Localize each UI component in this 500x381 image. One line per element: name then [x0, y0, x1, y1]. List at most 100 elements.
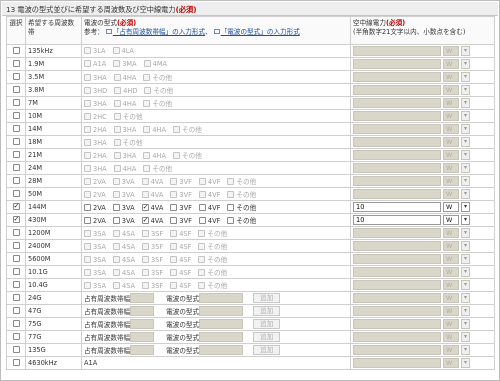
power-input[interactable] — [353, 293, 441, 303]
row-select-checkbox[interactable] — [12, 189, 20, 197]
emission-type-checkbox[interactable] — [112, 203, 120, 211]
emission-option[interactable]: 3SF — [142, 229, 163, 238]
emission-option[interactable]: 4VF — [198, 216, 220, 225]
emission-option[interactable]: その他 — [143, 72, 172, 82]
emission-type-checkbox[interactable] — [84, 86, 91, 94]
emission-type-checkbox[interactable] — [141, 216, 149, 224]
chevron-down-icon[interactable]: ▾ — [461, 358, 470, 368]
emission-option[interactable]: 4SF — [170, 255, 191, 264]
emission-type-checkbox[interactable] — [113, 73, 121, 81]
emission-option[interactable]: 2VA — [84, 203, 106, 212]
emission-option[interactable]: その他 — [198, 267, 227, 277]
emission-type-checkbox[interactable] — [113, 151, 121, 159]
emission-type-checkbox[interactable] — [170, 177, 178, 185]
emission-type-checkbox[interactable] — [84, 216, 91, 224]
occupied-bw-format-link[interactable]: 「占有周波数帯幅」の入力形式 — [113, 28, 205, 36]
emission-option[interactable]: 3VA — [112, 190, 135, 199]
emission-option[interactable]: 3VF — [170, 190, 192, 199]
row-select-checkbox[interactable] — [12, 85, 20, 93]
power-input[interactable] — [353, 345, 441, 355]
emission-option[interactable]: 4SA — [113, 229, 135, 238]
row-select-checkbox[interactable] — [12, 293, 20, 301]
emission-type-checkbox[interactable] — [84, 46, 91, 54]
emission-type-checkbox[interactable] — [113, 281, 121, 289]
emission-type-checkbox[interactable] — [143, 125, 151, 133]
occupied-bw-input[interactable] — [130, 331, 155, 342]
power-unit-select[interactable]: W — [443, 124, 459, 134]
emission-type-format-link[interactable]: 「電波の型式」の入力形式 — [221, 28, 300, 36]
add-button[interactable]: 追加 — [253, 344, 281, 355]
emission-option[interactable]: その他 — [227, 215, 256, 225]
row-select-checkbox[interactable] — [12, 332, 20, 340]
chevron-down-icon[interactable]: ▾ — [461, 215, 470, 225]
chevron-down-icon[interactable]: ▾ — [461, 306, 470, 316]
add-button[interactable]: 追加 — [253, 305, 281, 316]
emission-type-checkbox[interactable] — [170, 268, 178, 276]
emission-option[interactable]: その他 — [144, 85, 173, 95]
emission-option[interactable]: その他 — [227, 202, 256, 212]
power-unit-select[interactable]: W — [443, 202, 459, 212]
emission-option[interactable]: 3HA — [113, 151, 136, 160]
emission-type-checkbox[interactable] — [84, 281, 91, 289]
emission-option[interactable]: その他 — [113, 111, 143, 121]
emission-option[interactable]: 4SA — [113, 242, 135, 251]
row-select-checkbox[interactable] — [12, 241, 20, 249]
emission-type-checkbox[interactable] — [144, 86, 152, 94]
emission-option[interactable]: 3SF — [142, 242, 163, 251]
emission-option[interactable]: 3SA — [84, 281, 106, 290]
emission-type-checkbox[interactable] — [84, 151, 91, 159]
emission-type-checkbox[interactable] — [113, 112, 121, 120]
chevron-down-icon[interactable]: ▾ — [461, 46, 470, 56]
power-unit-select[interactable]: W — [443, 241, 459, 251]
emission-type-checkbox[interactable] — [84, 164, 91, 172]
emission-option[interactable]: 2HA — [84, 125, 107, 134]
emission-type-checkbox[interactable] — [141, 203, 149, 211]
chevron-down-icon[interactable]: ▾ — [461, 319, 470, 329]
chevron-down-icon[interactable]: ▾ — [461, 72, 470, 82]
power-unit-select[interactable]: W — [443, 306, 459, 316]
emission-option[interactable]: 3VF — [170, 177, 192, 186]
emission-option[interactable]: 4HA — [143, 151, 166, 160]
power-unit-select[interactable]: W — [443, 137, 459, 147]
emission-type-checkbox[interactable] — [198, 242, 206, 250]
emission-type-checkbox[interactable] — [143, 164, 151, 172]
emission-option[interactable]: 3SA — [84, 242, 106, 251]
emission-option[interactable]: 2VA — [84, 190, 106, 199]
emission-type-checkbox[interactable] — [84, 268, 91, 276]
emission-option[interactable]: その他 — [198, 241, 227, 251]
row-select-checkbox[interactable] — [12, 306, 20, 314]
emission-option[interactable]: その他 — [113, 137, 142, 147]
power-input[interactable] — [353, 137, 441, 147]
emission-type-checkbox[interactable] — [113, 164, 121, 172]
power-unit-select[interactable]: W — [443, 254, 459, 264]
occupied-bw-input[interactable] — [130, 305, 155, 316]
emission-type-checkbox[interactable] — [143, 99, 151, 107]
power-input[interactable] — [353, 306, 441, 316]
emission-type-checkbox[interactable] — [142, 229, 150, 237]
emission-type-checkbox[interactable] — [141, 177, 149, 185]
emission-option[interactable]: 4VA — [141, 190, 163, 199]
chevron-down-icon[interactable]: ▾ — [461, 137, 470, 147]
emission-type-checkbox[interactable] — [170, 242, 178, 250]
emission-type-checkbox[interactable] — [84, 242, 91, 250]
emission-option[interactable]: 4VA — [141, 216, 163, 225]
emission-option[interactable]: 4SA — [113, 281, 135, 290]
power-unit-select[interactable]: W — [443, 163, 459, 173]
power-input[interactable] — [353, 254, 441, 264]
power-unit-select[interactable]: W — [443, 111, 459, 121]
emission-option[interactable]: その他 — [173, 124, 202, 134]
emission-type-checkbox[interactable] — [142, 281, 150, 289]
emission-option[interactable]: A1A — [84, 59, 106, 68]
emission-type-checkbox[interactable] — [84, 99, 91, 107]
row-select-checkbox[interactable] — [12, 46, 20, 54]
power-unit-select[interactable]: W — [443, 72, 459, 82]
power-unit-select[interactable]: W — [443, 267, 459, 277]
emission-option[interactable]: 3HA — [84, 164, 107, 173]
power-unit-select[interactable]: W — [443, 215, 459, 225]
emission-type-checkbox[interactable] — [113, 229, 121, 237]
emission-type-checkbox[interactable] — [84, 255, 91, 263]
row-select-checkbox[interactable] — [12, 228, 20, 236]
emission-type-checkbox[interactable] — [173, 125, 181, 133]
emission-type-checkbox[interactable] — [142, 268, 150, 276]
emission-option[interactable]: 4SF — [170, 268, 191, 277]
